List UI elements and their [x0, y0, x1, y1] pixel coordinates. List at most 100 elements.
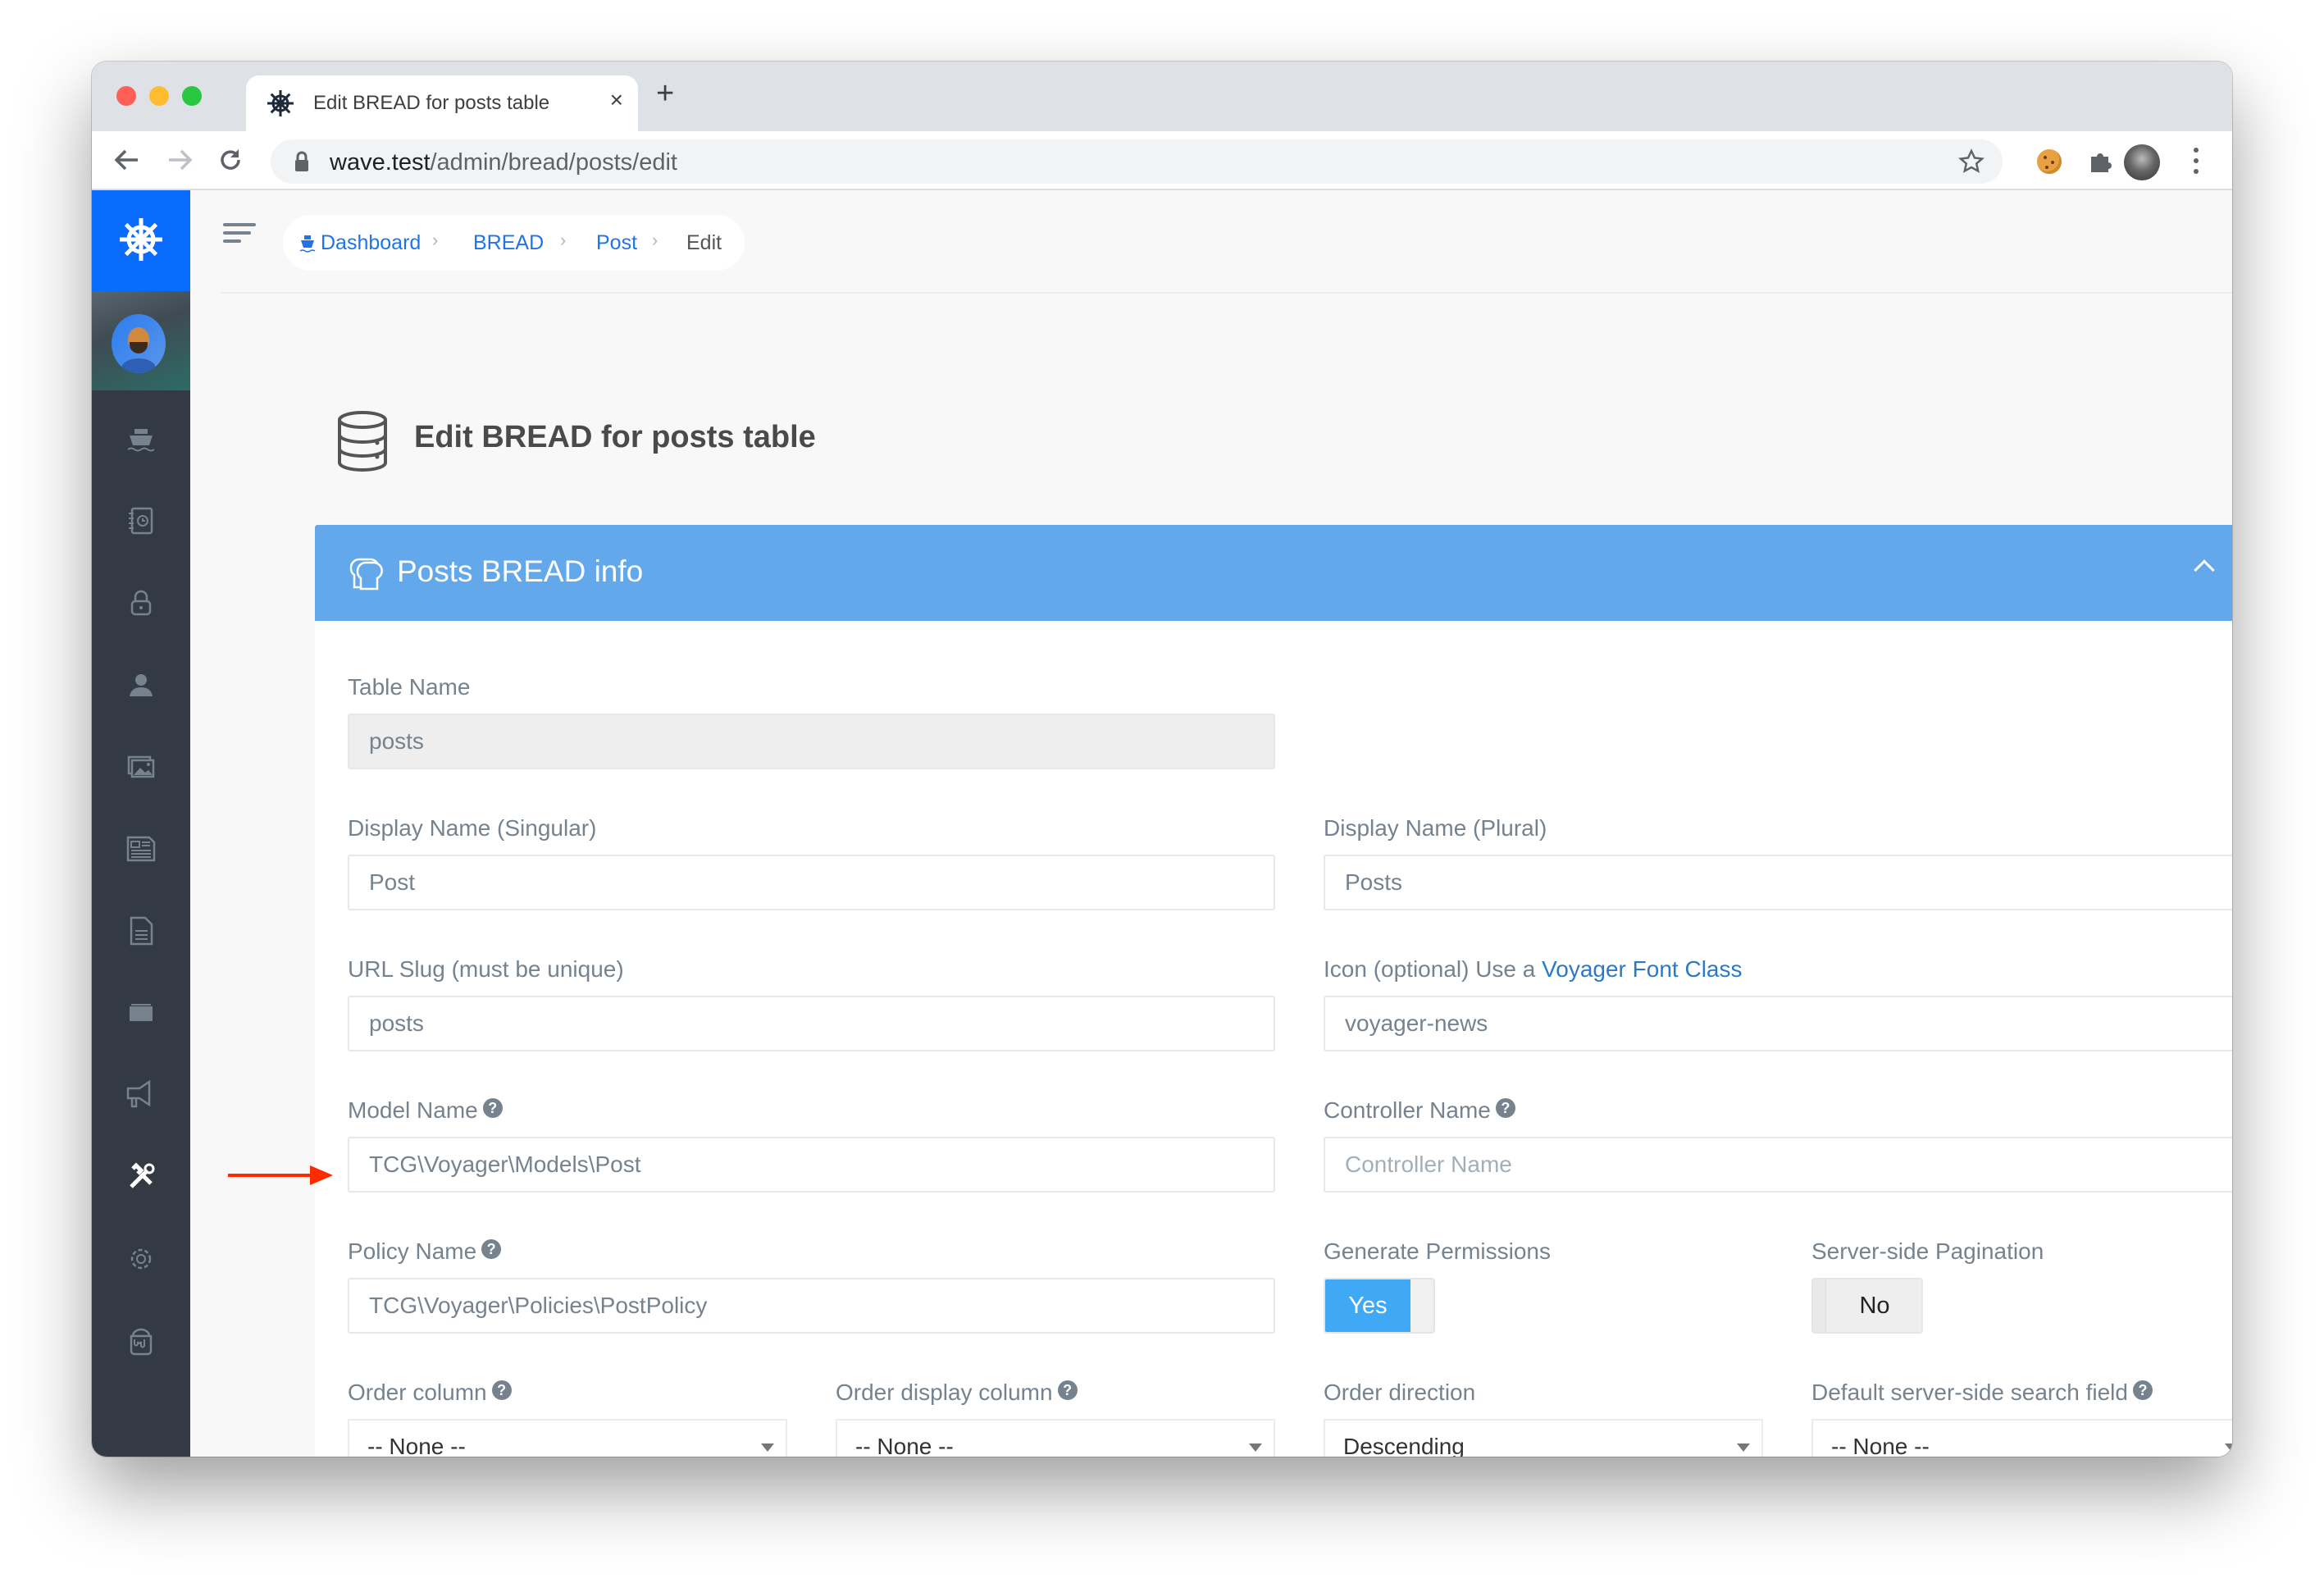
help-icon[interactable]: ?	[2132, 1380, 2153, 1400]
tab-strip: Edit BREAD for posts table × +	[92, 62, 2232, 133]
breadcrumb-post[interactable]: Post	[596, 231, 637, 255]
profile-avatar-icon[interactable]	[2124, 144, 2160, 180]
help-icon[interactable]: ?	[491, 1380, 512, 1400]
tab-active[interactable]: Edit BREAD for posts table ×	[246, 75, 638, 133]
display-singular-label: Display Name (Singular)	[348, 815, 597, 841]
sidebar-item-posts[interactable]	[125, 832, 157, 865]
reload-icon[interactable]	[216, 146, 244, 174]
order-direction-select[interactable]: Descending	[1324, 1419, 1763, 1457]
default-search-field-select[interactable]: -- None --	[1811, 1419, 2232, 1457]
sidebar-item-media[interactable]	[125, 750, 157, 783]
display-singular-input[interactable]: Post	[348, 855, 1275, 910]
url-slug-input[interactable]: posts	[348, 996, 1275, 1051]
policy-name-label: Policy Name?	[348, 1238, 502, 1265]
kebab-menu-icon[interactable]	[2194, 148, 2199, 176]
sidebar-item-media-book[interactable]	[125, 504, 157, 537]
minimize-window-button[interactable]	[149, 86, 169, 106]
voyager-font-class-link[interactable]: Voyager Font Class	[1542, 956, 1742, 982]
selected-value: -- None --	[367, 1434, 466, 1457]
table-name-input[interactable]: posts	[348, 714, 1275, 769]
help-icon[interactable]: ?	[481, 1239, 502, 1259]
default-search-field-label-text: Default server-side search field	[1811, 1380, 2128, 1405]
sidebar-profile[interactable]	[92, 291, 190, 390]
order-column-label-text: Order column	[348, 1380, 487, 1405]
sidebar-item-themes[interactable]	[125, 1325, 157, 1357]
selected-value: Descending	[1343, 1434, 1465, 1457]
help-icon[interactable]: ?	[1495, 1098, 1515, 1118]
server-side-pagination-toggle[interactable]: No	[1811, 1278, 1923, 1334]
sidebar-item-settings[interactable]	[125, 1243, 157, 1275]
sidebar-toggle-button[interactable]	[223, 223, 256, 248]
bread-icon	[349, 558, 383, 591]
close-window-button[interactable]	[116, 86, 136, 106]
page-title: Edit BREAD for posts table	[414, 420, 816, 454]
sidebar: boat-icon	[92, 190, 190, 1457]
model-name-label: Model Name?	[348, 1097, 503, 1124]
model-name-input[interactable]: TCG\Voyager\Models\Post	[348, 1137, 1275, 1193]
helm-favicon-icon	[267, 90, 294, 116]
breadcrumb-separator: ›	[560, 230, 567, 250]
star-icon[interactable]	[1958, 148, 1985, 175]
sidebar-item-tools[interactable]	[125, 1161, 157, 1193]
display-plural-input[interactable]: Posts	[1324, 855, 2232, 910]
selected-value: -- None --	[855, 1434, 954, 1457]
puzzle-extension-icon[interactable]	[2088, 149, 2112, 174]
url-slug-label: URL Slug (must be unique)	[348, 956, 624, 982]
toggle-on-label: Yes	[1325, 1279, 1410, 1332]
new-tab-button[interactable]: +	[656, 78, 674, 109]
caret-down-icon	[2225, 1443, 2232, 1452]
display-plural-label: Display Name (Plural)	[1324, 815, 1547, 841]
order-column-label: Order column?	[348, 1380, 512, 1406]
selected-value: -- None --	[1831, 1434, 1930, 1457]
sidebar-item-roles[interactable]	[125, 586, 157, 619]
breadcrumb-dashboard[interactable]: Dashboard	[321, 231, 421, 255]
controller-name-label: Controller Name?	[1324, 1097, 1515, 1124]
help-icon[interactable]: ?	[1057, 1380, 1078, 1400]
caret-down-icon	[1737, 1443, 1750, 1452]
default-search-field-label: Default server-side search field?	[1811, 1380, 2153, 1406]
model-name-label-text: Model Name	[348, 1097, 478, 1123]
main-content: Dashboard › BREAD › Post › Edit Edit BRE…	[190, 190, 2232, 1457]
order-display-column-label-text: Order display column	[836, 1380, 1053, 1405]
annotation-arrow-icon	[228, 1165, 333, 1185]
breadcrumb-separator: ›	[432, 230, 439, 250]
boat-icon	[299, 235, 316, 253]
order-display-column-select[interactable]: -- None --	[836, 1419, 1275, 1457]
maximize-window-button[interactable]	[182, 86, 202, 106]
icon-label-text: Icon (optional) Use a	[1324, 956, 1542, 982]
policy-name-input[interactable]: TCG\Voyager\Policies\PostPolicy	[348, 1278, 1275, 1334]
sidebar-item-dashboard[interactable]: boat-icon	[125, 422, 157, 455]
sidebar-item-pages[interactable]	[125, 914, 157, 947]
tab-title: Edit BREAD for posts table	[313, 92, 550, 114]
sidebar-item-announcements[interactable]	[125, 1079, 157, 1111]
tab-close-icon[interactable]: ×	[610, 87, 623, 113]
lock-icon	[295, 151, 308, 171]
icon-input[interactable]: voyager-news	[1324, 996, 2232, 1051]
sidebar-item-users[interactable]	[125, 668, 157, 701]
sidebar-item-categories[interactable]	[125, 997, 157, 1029]
panel-header[interactable]: Posts BREAD info	[315, 525, 2232, 621]
avatar	[112, 314, 166, 373]
address-bar[interactable]: wave.test/admin/bread/posts/edit	[271, 139, 2003, 184]
icon-label: Icon (optional) Use a Voyager Font Class	[1324, 956, 1742, 983]
panel-title: Posts BREAD info	[397, 554, 644, 588]
header-divider	[221, 292, 2232, 294]
controller-name-label-text: Controller Name	[1324, 1097, 1491, 1123]
browser-window: Edit BREAD for posts table × + wave.test…	[92, 62, 2232, 1457]
breadcrumb-separator: ›	[652, 230, 658, 250]
help-icon[interactable]: ?	[482, 1098, 503, 1118]
table-name-label: Table Name	[348, 674, 471, 700]
browser-toolbar: wave.test/admin/bread/posts/edit	[92, 131, 2232, 190]
controller-name-input[interactable]: Controller Name	[1324, 1137, 2232, 1193]
generate-permissions-toggle[interactable]: Yes	[1324, 1278, 1435, 1334]
app-logo[interactable]	[92, 190, 190, 291]
breadcrumb-bread[interactable]: BREAD	[473, 231, 544, 255]
back-arrow-icon[interactable]	[113, 148, 141, 172]
caret-down-icon	[761, 1443, 774, 1452]
collapse-chevron-icon[interactable]	[2194, 559, 2215, 581]
forward-arrow-icon[interactable]	[166, 148, 194, 172]
order-column-select[interactable]: -- None --	[348, 1419, 787, 1457]
order-direction-label: Order direction	[1324, 1380, 1476, 1405]
cookie-extension-icon[interactable]	[2037, 149, 2062, 174]
breadcrumb: Dashboard › BREAD › Post › Edit	[283, 215, 745, 271]
